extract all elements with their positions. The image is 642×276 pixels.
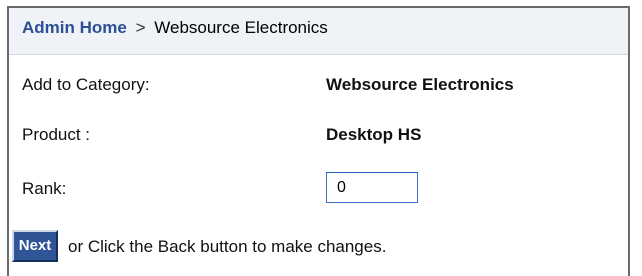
product-value: Desktop HS [326, 125, 422, 144]
rank-input[interactable] [326, 172, 418, 203]
admin-home-link[interactable]: Admin Home [22, 18, 127, 37]
rank-label: Rank: [22, 179, 67, 198]
product-label: Product : [22, 125, 91, 144]
breadcrumb-current: Websource Electronics [154, 18, 328, 37]
breadcrumb-separator: > [135, 18, 146, 37]
next-button[interactable]: Next [12, 230, 58, 262]
category-value: Websource Electronics [326, 75, 514, 94]
back-instruction-text: or Click the Back button to make changes… [68, 237, 387, 256]
category-label: Add to Category: [22, 75, 150, 94]
breadcrumb: Admin Home > Websource Electronics [22, 17, 328, 39]
